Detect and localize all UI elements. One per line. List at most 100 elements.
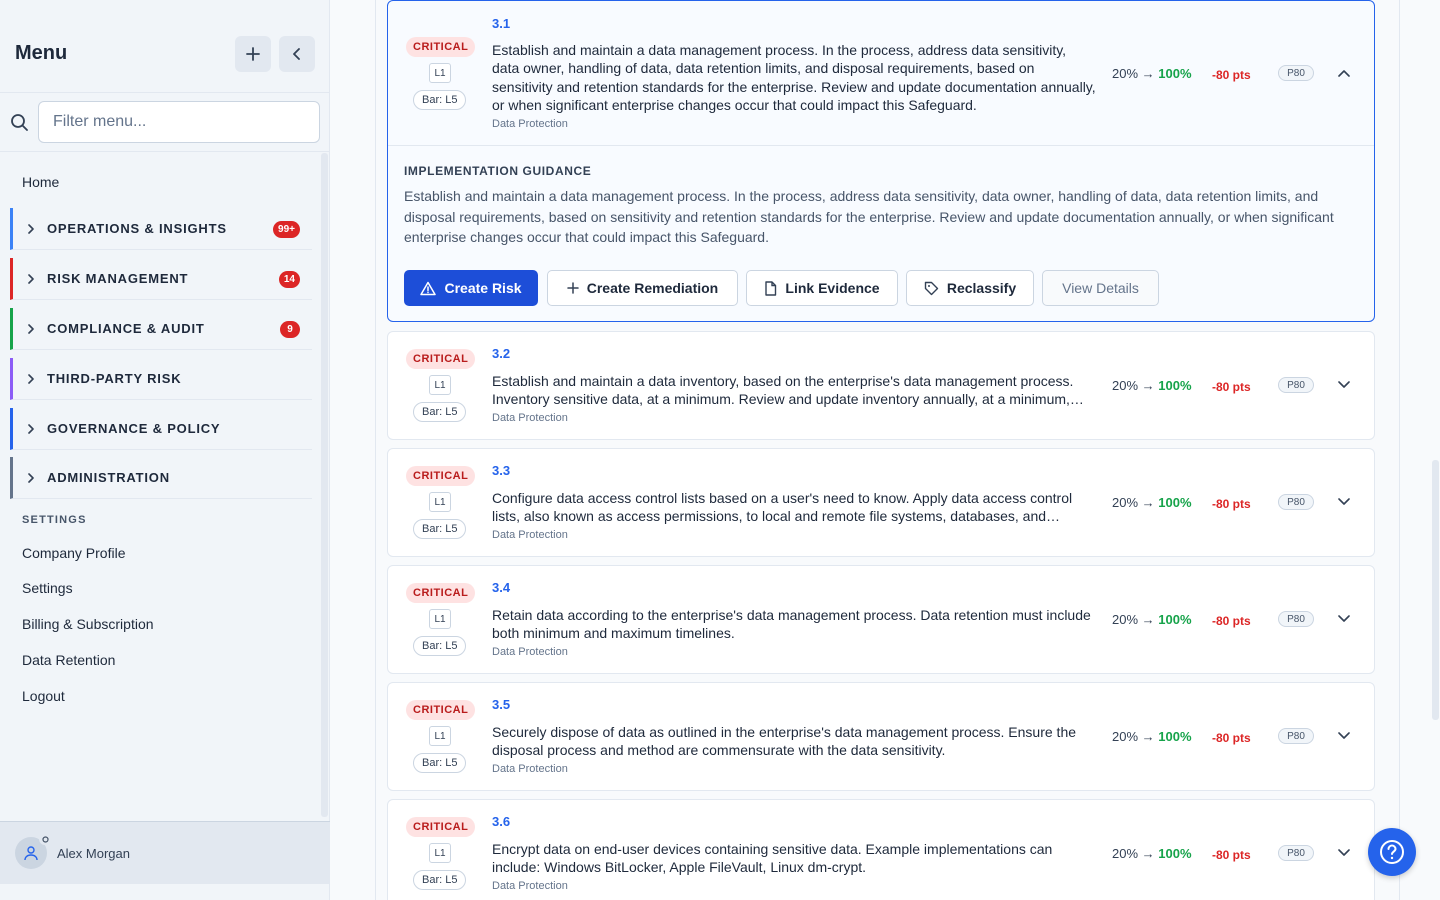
sidebar-section-operations[interactable]: OPERATIONS & INSIGHTS 99+ (10, 208, 312, 250)
severity-badge: CRITICAL (406, 817, 476, 837)
chevron-right-icon (27, 373, 39, 384)
sidebar-scrollbar[interactable] (321, 153, 328, 817)
sidebar-link-billing[interactable]: Billing & Subscription (22, 616, 154, 632)
safeguard-id: 3.5 (492, 697, 511, 712)
view-details-button[interactable]: View Details (1042, 270, 1159, 306)
sidebar-link-settings[interactable]: Settings (22, 580, 73, 596)
card-summary[interactable]: CRITICAL L1 Bar: L5 3.1 Establish and ma… (388, 1, 1374, 130)
count-badge: 9 (280, 321, 300, 338)
chevron-up-icon[interactable] (1337, 66, 1351, 80)
sidebar-section-administration[interactable]: ADMINISTRATION (10, 457, 312, 499)
link-evidence-button[interactable]: Link Evidence (746, 270, 898, 306)
points-delta: -80 pts (1212, 68, 1251, 82)
score-change: 20% → 100% (1112, 66, 1192, 81)
bar-badge: Bar: L5 (413, 90, 467, 110)
safeguard-description: Establish and maintain a data inventory,… (492, 373, 1074, 408)
chevron-down-icon[interactable] (1337, 378, 1351, 392)
gear-icon (39, 833, 51, 845)
sidebar-section-governance-policy[interactable]: GOVERNANCE & POLICY (10, 408, 312, 450)
collapse-sidebar-button[interactable] (279, 36, 315, 72)
score-change: 20% → 100% (1112, 378, 1192, 393)
section-label: OPERATIONS & INSIGHTS (47, 221, 227, 236)
sidebar-link-data-retention[interactable]: Data Retention (22, 652, 115, 668)
bar-badge: Bar: L5 (413, 870, 467, 890)
chevron-right-icon (27, 472, 39, 483)
safeguard-card-3-4[interactable]: CRITICAL L1 Bar: L5 3.4 Retain data acco… (387, 565, 1375, 674)
priority-badge: P80 (1278, 494, 1314, 510)
sidebar-title: Menu (15, 42, 68, 64)
points-delta: -80 pts (1212, 614, 1251, 628)
chevron-down-icon[interactable] (1337, 729, 1351, 743)
sidebar-section-risk-management[interactable]: RISK MANAGEMENT 14 (10, 258, 312, 300)
severity-badge: CRITICAL (406, 700, 476, 720)
chevron-right-icon (27, 423, 39, 434)
sidebar-header: Menu (0, 0, 330, 93)
sidebar-section-compliance-audit[interactable]: COMPLIANCE & AUDIT 9 (10, 308, 312, 350)
sidebar-item-home[interactable]: Home (22, 174, 59, 190)
bar-badge: Bar: L5 (413, 753, 467, 773)
file-icon (765, 280, 777, 296)
warning-icon (420, 281, 437, 295)
safeguard-id: 3.3 (492, 463, 511, 478)
count-badge: 14 (278, 271, 300, 288)
level-badge: L1 (429, 492, 451, 512)
priority-badge: P80 (1278, 728, 1314, 744)
plus-icon (246, 47, 260, 61)
score-change: 20% → 100% (1112, 846, 1192, 861)
severity-badge: CRITICAL (406, 349, 476, 369)
sidebar: Menu Home OPERATIONS & INSIGHTS 99+ RISK… (0, 0, 330, 900)
level-badge: L1 (429, 63, 451, 83)
safeguard-category: Data Protection (492, 763, 568, 775)
safeguard-category: Data Protection (492, 646, 568, 658)
points-delta: -80 pts (1212, 731, 1251, 745)
safeguard-description: Encrypt data on end-user devices contain… (492, 841, 1053, 876)
help-button[interactable] (1368, 828, 1416, 876)
sidebar-section-third-party-risk[interactable]: THIRD-PARTY RISK (10, 358, 312, 400)
chevron-right-icon (27, 323, 39, 334)
add-button[interactable] (235, 36, 271, 72)
safeguard-category: Data Protection (492, 412, 568, 424)
create-risk-button[interactable]: Create Risk (404, 270, 538, 306)
priority-badge: P80 (1278, 611, 1314, 627)
avatar (15, 833, 51, 869)
section-label: THIRD-PARTY RISK (47, 371, 182, 386)
section-label: GOVERNANCE & POLICY (47, 421, 221, 436)
safeguard-category: Data Protection (492, 529, 568, 541)
safeguard-id: 3.6 (492, 814, 511, 829)
reclassify-button[interactable]: Reclassify (906, 270, 1034, 306)
safeguard-card-3-1[interactable]: CRITICAL L1 Bar: L5 3.1 Establish and ma… (387, 0, 1375, 322)
settings-heading: SETTINGS (22, 514, 87, 526)
chevron-down-icon[interactable] (1337, 612, 1351, 626)
level-badge: L1 (429, 726, 451, 746)
create-remediation-button[interactable]: Create Remediation (547, 270, 738, 306)
filter-menu-input[interactable] (38, 101, 320, 143)
sidebar-link-company-profile[interactable]: Company Profile (22, 545, 126, 561)
safeguard-card-3-3[interactable]: CRITICAL L1 Bar: L5 3.3 Configure data a… (387, 448, 1375, 557)
safeguard-id: 3.1 (492, 16, 511, 31)
points-delta: -80 pts (1212, 848, 1251, 862)
chevron-down-icon[interactable] (1337, 495, 1351, 509)
sidebar-search (0, 93, 330, 152)
chevron-down-icon[interactable] (1337, 846, 1351, 860)
priority-badge: P80 (1278, 65, 1314, 81)
main-scrollbar[interactable] (1432, 460, 1439, 720)
user-icon (24, 846, 38, 861)
help-circle-icon (1380, 840, 1404, 864)
bar-badge: Bar: L5 (413, 402, 467, 422)
priority-badge: P80 (1278, 845, 1314, 861)
safeguard-id: 3.2 (492, 346, 511, 361)
sidebar-link-logout[interactable]: Logout (22, 688, 65, 704)
level-badge: L1 (429, 609, 451, 629)
score-change: 20% → 100% (1112, 495, 1192, 510)
user-profile[interactable]: Alex Morgan (0, 821, 330, 884)
priority-badge: P80 (1278, 377, 1314, 393)
safeguard-card-3-5[interactable]: CRITICAL L1 Bar: L5 3.5 Securely dispose… (387, 682, 1375, 791)
score-change: 20% → 100% (1112, 612, 1192, 627)
score-change: 20% → 100% (1112, 729, 1192, 744)
safeguard-id: 3.4 (492, 580, 511, 595)
plus-icon (567, 282, 579, 294)
safeguard-card-3-2[interactable]: CRITICAL L1 Bar: L5 3.2 Establish and ma… (387, 331, 1375, 440)
safeguard-category: Data Protection (492, 118, 568, 130)
safeguard-card-3-6[interactable]: CRITICAL L1 Bar: L5 3.6 Encrypt data on … (387, 799, 1375, 900)
safeguard-description: Retain data according to the enterprise'… (492, 607, 1091, 642)
